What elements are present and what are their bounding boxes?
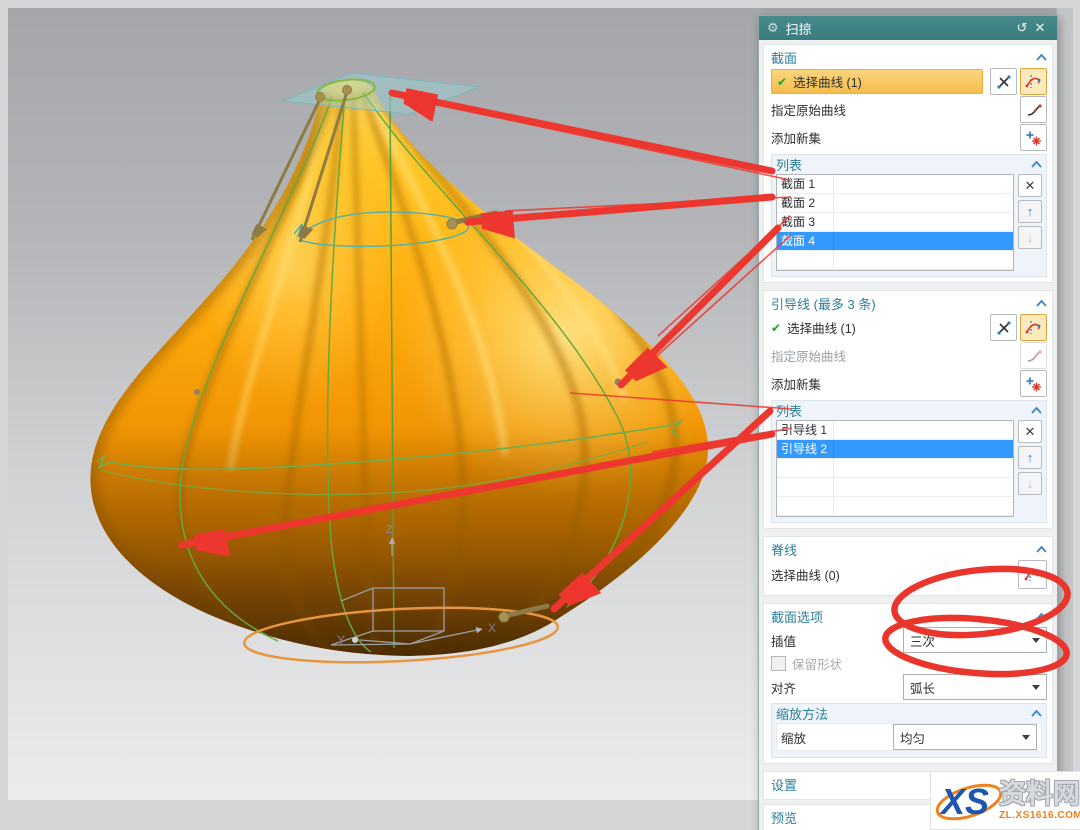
chevron-up-icon [1036,546,1047,553]
top-sketch-plane[interactable] [283,73,479,114]
chevron-up-icon [1036,613,1047,620]
list-item-empty[interactable] [777,478,1013,497]
chevron-up-icon [1031,407,1042,414]
add-new-set-button[interactable] [1020,370,1047,397]
application-window: X Y Z ⚙ 扫掠 ↺ ✕ 截面 ✔ 选择曲线 (1) [0,0,1080,830]
interpolation-dropdown[interactable]: 三次 [903,627,1047,653]
move-up-button[interactable]: ↑ [1018,200,1042,223]
remove-item-button[interactable]: ✕ [1018,420,1042,443]
watermark-site-name: 资料网 [999,781,1080,808]
list-item-empty[interactable] [777,251,1013,270]
list-item[interactable]: 截面 1 [777,175,1013,194]
dropdown-caret-icon [1032,638,1040,643]
guides-list-header[interactable]: 列表 [776,402,1042,419]
section-header[interactable]: 截面 [771,47,1047,67]
deselect-curves-button[interactable] [990,314,1017,341]
chevron-up-icon [1036,54,1047,61]
gear-icon: ⚙ [767,20,779,36]
spine-panel: 脊线 选择曲线 (0) [763,536,1053,596]
spine-header[interactable]: 脊线 [771,539,1047,559]
curve-rule-button[interactable] [1020,68,1047,95]
x-axis-label: X [488,621,496,635]
scale-dropdown[interactable]: 均匀 [893,724,1037,750]
scale-label: 缩放 [781,728,893,747]
section-add-new-set-label: 添加新集 [771,128,1017,147]
dropdown-caret-icon [1032,685,1040,690]
svg-text:XS: XS [939,781,989,822]
watermark-url: ZL.XS1616.COM [999,810,1080,821]
interpolation-label: 插值 [771,631,903,650]
list-item-selected[interactable]: 截面 4 [777,232,1013,251]
section-list-header[interactable]: 列表 [776,156,1042,173]
spine-select-curve-label[interactable]: 选择曲线 (0) [771,565,1015,584]
list-item[interactable]: 截面 3 [777,213,1013,232]
scale-method-header[interactable]: 缩放方法 [776,705,1042,722]
chevron-up-icon [1031,710,1042,717]
guides-list: 引导线 1 引导线 2 [776,420,1014,517]
section-panel: 截面 ✔ 选择曲线 (1) 指定原始曲线 [763,44,1053,283]
deselect-curves-button[interactable] [990,68,1017,95]
specify-origin-curve-button [1020,342,1047,369]
watermark: XS 资料网 ZL.XS1616.COM [930,771,1080,830]
sweep-dialog: ⚙ 扫掠 ↺ ✕ 截面 ✔ 选择曲线 (1) [758,15,1058,830]
check-icon: ✔ [771,321,781,335]
add-new-set-button[interactable] [1020,124,1047,151]
guides-list-group: 列表 引导线 1 引导线 2 ✕ ↑ ↓ [771,400,1047,523]
remove-item-button[interactable]: ✕ [1018,174,1042,197]
chevron-up-icon [1036,300,1047,307]
guides-select-curve-label[interactable]: 选择曲线 (1) [787,318,987,337]
section-options-header[interactable]: 截面选项 [771,606,1047,626]
close-button[interactable]: ✕ [1031,20,1049,36]
section-list-group: 列表 截面 1 截面 2 截面 3 截面 4 ✕ ↑ ↓ [771,154,1047,277]
check-icon: ✔ [777,75,787,89]
guides-header[interactable]: 引导线 (最多 3 条) [771,293,1047,313]
curve-rule-button[interactable] [1018,560,1047,589]
list-item[interactable]: 引导线 1 [777,421,1013,440]
move-down-button[interactable]: ↓ [1018,472,1042,495]
preserve-shape-checkbox[interactable] [771,656,786,671]
right-scrollbar[interactable] [1056,8,1073,800]
curve-rule-button[interactable] [1020,314,1047,341]
alignment-dropdown[interactable]: 弧长 [903,674,1047,700]
move-down-button[interactable]: ↓ [1018,226,1042,249]
guides-specify-origin-label: 指定原始曲线 [771,346,1017,365]
chevron-up-icon [1031,161,1042,168]
dialog-title: 扫掠 [786,19,1013,38]
preserve-shape-label: 保留形状 [792,654,842,673]
onion-body[interactable] [90,80,730,656]
move-up-button[interactable]: ↑ [1018,446,1042,469]
alignment-label: 对齐 [771,678,903,697]
list-item-empty[interactable] [777,497,1013,516]
specify-origin-curve-button[interactable] [1020,96,1047,123]
section-list: 截面 1 截面 2 截面 3 截面 4 [776,174,1014,271]
scale-method-group: 缩放方法 缩放 均匀 [771,703,1047,758]
section-specify-origin-label: 指定原始曲线 [771,100,1017,119]
list-item[interactable]: 截面 2 [777,194,1013,213]
guides-panel: 引导线 (最多 3 条) ✔ 选择曲线 (1) 指定原始曲线 [763,290,1053,529]
dropdown-caret-icon [1022,735,1030,740]
guides-add-new-set-label: 添加新集 [771,374,1017,393]
section-select-curve-field[interactable]: ✔ 选择曲线 (1) [771,69,983,94]
section-options-panel: 截面选项 插值 三次 保留形状 对齐 弧长 [763,603,1053,764]
list-item-selected[interactable]: 引导线 2 [777,440,1013,459]
z-axis-label: Z [386,524,393,536]
list-item-empty[interactable] [777,459,1013,478]
watermark-logo: XS [933,773,1005,828]
reset-button[interactable]: ↺ [1013,20,1031,36]
y-axis-label: Y [337,633,345,647]
dialog-titlebar[interactable]: ⚙ 扫掠 ↺ ✕ [759,16,1057,40]
